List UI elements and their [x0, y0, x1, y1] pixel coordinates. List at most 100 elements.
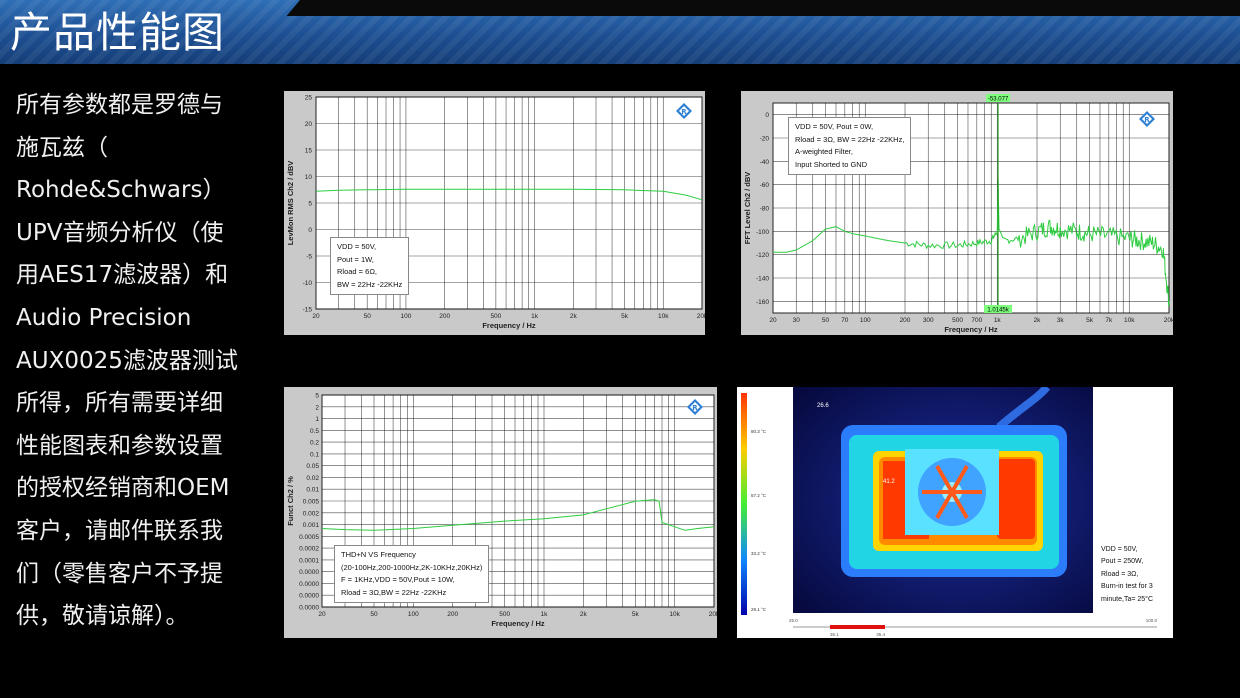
level-vs-frequency-chart: -15 -10 -5 0 5 10 15 20 25 20 50 100 200 500 1k 2k 5k 10k…: [286, 95, 705, 331]
annotation-line: (20-100Hz,200-1000Hz,2K-10KHz,20KHz): [341, 562, 483, 572]
rs-logo-glyph: R: [676, 103, 692, 119]
y-tick-label: -100: [756, 229, 769, 236]
chart-annotation: VDD = 50V, Pout = 1W, Rload = 6Ω, BW = 22Hz…: [330, 237, 410, 295]
logo-mark: R: [692, 404, 698, 412]
x-tick-label: 20: [769, 317, 777, 324]
y-tick-label: 0.002: [303, 510, 320, 517]
x-tick-label: 500: [499, 611, 510, 618]
x-tick-label: 3k: [1057, 317, 1065, 324]
annotation-line: BW = 22Hz -22KHz: [337, 279, 403, 289]
x-tick-label: 1k: [541, 611, 549, 618]
description-line: UPV音频分析仪（使: [16, 219, 224, 246]
y-tick-label: 0.001: [303, 522, 320, 529]
y-tick-label: -160: [756, 299, 769, 306]
scale-label: 57.2 °C: [751, 493, 767, 498]
y-tick-label: 1: [315, 416, 319, 423]
annotation-line: THD+N VS Frequency: [341, 550, 416, 559]
x-tick-label: 300: [923, 317, 934, 324]
annotation-line: Pout = 1W,: [337, 254, 374, 264]
y-tick-label: 25: [305, 95, 313, 102]
x-tick-label: 2k: [580, 611, 588, 618]
x-tick-label: 70: [841, 317, 849, 324]
y-tick-label: -10: [303, 280, 313, 287]
x-tick-label: 5k: [621, 313, 629, 320]
y-tick-label: 0.0005: [299, 534, 319, 541]
x-tick-label: 10k: [1124, 317, 1135, 324]
x-tick-label: 500: [490, 313, 501, 320]
description-line: 客户，请邮件联系我: [16, 517, 223, 544]
page-title: 产品性能图: [10, 8, 226, 57]
color-scale-bar: [741, 393, 747, 615]
range-right-label: 100.0: [1146, 618, 1158, 623]
y-tick-label: 2: [315, 404, 319, 411]
y-tick-label: 0.1: [310, 451, 319, 458]
x-tick-label: 20: [318, 611, 326, 618]
y-tick-label: 5: [315, 393, 319, 400]
thermal-note-line: Burn-in test for 3: [1101, 583, 1153, 591]
thermal-notes: VDD = 50V, Pout = 250W, Rload = 3Ω, Burn-in…: [1095, 541, 1159, 609]
y-tick-label: 0: [308, 227, 312, 234]
rs-logo-icon: R: [687, 399, 703, 415]
y-tick-label: -120: [756, 252, 769, 259]
x-tick-label: 20k: [709, 611, 717, 618]
y-tick-label: 0.05: [306, 463, 319, 470]
x-axis-label: Frequency / Hz: [491, 619, 545, 628]
annotation-line: F = 1KHz,VDD = 50V,Pout = 10W,: [341, 575, 455, 584]
x-axis-label: Frequency / Hz: [944, 325, 998, 334]
x-tick-label: 50: [370, 611, 378, 618]
description-line: 的授权经销商和OEM: [16, 475, 230, 502]
description-line: AUX0025滤波器测试: [16, 347, 238, 374]
y-axis-label: FFT Level Ch2 / dBV: [743, 172, 752, 245]
x-tick-label: 50: [822, 317, 830, 324]
range-left-label: 25.0: [789, 618, 798, 623]
y-tick-label: -20: [760, 136, 770, 143]
range-selection: [830, 625, 885, 629]
thermal-spot-label: 41.2: [883, 479, 895, 485]
chart-panel-thdn: 5 2 1 0.5 0.2 0.1 0.05 0.02 0.01 0.005 0.002 0.001 0…: [284, 387, 717, 638]
marker-top-label: -53.077: [988, 97, 1009, 103]
y-tick-label: 0.0000: [299, 593, 319, 600]
x-tick-label: 50: [364, 313, 372, 320]
y-tick-label: -5: [306, 254, 312, 261]
description-line: Rohde&Schwars）: [16, 177, 226, 204]
x-tick-label: 5k: [1086, 317, 1094, 324]
banner-top-strip: [320, 0, 1240, 16]
rs-logo-glyph: R: [687, 399, 703, 415]
x-tick-label: 100: [401, 313, 412, 320]
thermal-image-panel: 80.3 °C 57.2 °C 33.2 °C 29.1 °C 26.6 41.2 25.0…: [737, 384, 1173, 638]
annotation-line: Rload = 3Ω, BW = 22Hz -22KHz,: [795, 134, 905, 144]
y-tick-label: -40: [760, 159, 770, 166]
y-tick-label: 5: [308, 201, 312, 208]
y-axis-label: LevMon RMS Ch2 / dBV: [286, 161, 295, 246]
x-tick-label: 1k: [994, 317, 1002, 324]
annotation-line: VDD = 50V, Pout = 0W,: [795, 122, 874, 131]
scale-label: 29.1 °C: [751, 607, 767, 612]
chart-annotation: THD+N VS Frequency (20-100Hz,200-1000Hz,2…: [334, 545, 490, 603]
y-tick-label: 0.0002: [299, 546, 319, 553]
x-tick-label: 20: [312, 313, 320, 320]
x-tick-label: 700: [971, 317, 982, 324]
scale-label: 33.2 °C: [751, 551, 767, 556]
x-tick-label: 2k: [1034, 317, 1042, 324]
annotation-line: Input Shorted to GND: [795, 159, 868, 169]
x-tick-label: 200: [447, 611, 458, 618]
rs-logo-icon: R: [676, 103, 692, 119]
y-tick-label: 0.0000: [299, 605, 319, 612]
x-tick-label: 500: [952, 317, 963, 324]
x-tick-label: 10k: [658, 313, 669, 320]
description-line: 供，敬请谅解）。: [16, 603, 189, 630]
y-axis-label: Funct Ch2 / %: [286, 476, 295, 526]
title-banner: 产品性能图: [0, 0, 1240, 64]
x-tick-label: 1k: [531, 313, 539, 320]
annotation-line: Rload = 3Ω,BW = 22Hz -22KHz: [341, 587, 447, 597]
y-tick-label: 0: [765, 112, 769, 119]
description-line: 施瓦兹（: [16, 134, 108, 161]
chart-panel-fft: 0 -20 -40 -60 -80 -100 -120 -140 -160 20 30 50 70 100…: [741, 91, 1173, 335]
y-tick-label: 0.0000: [299, 569, 319, 576]
thermal-max-label: 26.6: [817, 403, 829, 409]
marker-bottom-label: 1.0145k: [987, 308, 1009, 314]
annotation-line: Rload = 6Ω,: [337, 267, 378, 276]
y-tick-label: 0.0000: [299, 581, 319, 588]
description-line: 们（零售客户不予提: [16, 560, 223, 587]
description-line: 所得，所有需要详细: [16, 390, 223, 417]
